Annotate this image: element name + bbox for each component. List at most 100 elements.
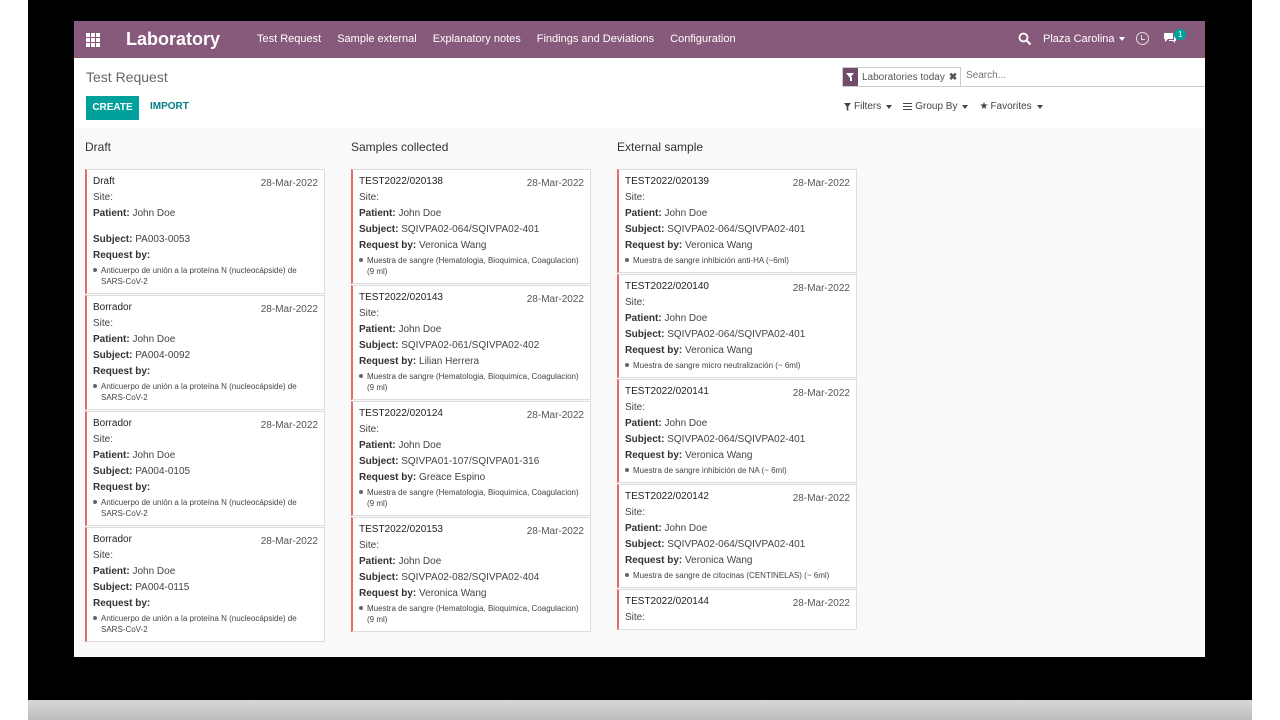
field-label: Subject:: [93, 350, 133, 361]
subject-row: Subject: SQIVPA02-064/SQIVPA02-401: [625, 224, 850, 235]
field-label: Subject:: [625, 539, 665, 550]
search-bar: Laboratories today ✖: [842, 67, 1205, 87]
subject-row: Subject: SQIVPA02-064/SQIVPA02-401: [625, 539, 850, 550]
kanban-card[interactable]: TEST2022/020138 28-Mar-2022 Site: Patient: …: [351, 169, 591, 284]
field-value: Veronica Wang: [685, 240, 753, 251]
favorites-dropdown[interactable]: ★ Favorites: [979, 101, 1043, 112]
menu-sample-external[interactable]: Sample external: [337, 33, 417, 45]
menu-configuration[interactable]: Configuration: [670, 33, 735, 45]
kanban-card[interactable]: TEST2022/020140 28-Mar-2022 Site: Patient: …: [617, 274, 857, 378]
kanban-card[interactable]: Borrador 28-Mar-2022 Site: Patient: John Do…: [85, 411, 325, 526]
field-value: SQIVPA02-064/SQIVPA02-401: [667, 434, 806, 445]
kanban-card[interactable]: TEST2022/020144 28-Mar-2022 Site:: [617, 589, 857, 630]
request-by-row: Request by: Lilian Herrera: [359, 356, 584, 367]
bullet-icon: [93, 384, 97, 388]
facet-remove-icon[interactable]: ✖: [949, 72, 960, 83]
subject-row: Subject: SQIVPA02-061/SQIVPA02-402: [359, 340, 584, 351]
filters-dropdown[interactable]: Filters: [844, 101, 893, 112]
groupby-label: Group By: [915, 101, 958, 112]
request-by-row: Request by:: [93, 598, 318, 609]
kanban-card[interactable]: TEST2022/020142 28-Mar-2022 Site: Patient: …: [617, 484, 857, 588]
menu-explanatory-notes[interactable]: Explanatory notes: [433, 33, 521, 45]
sample-detail-text: Muestra de sangre de citocinas (CENTINEL…: [633, 571, 830, 580]
field-value: Veronica Wang: [685, 450, 753, 461]
import-button[interactable]: IMPORT: [150, 101, 189, 112]
field-label: Request by:: [93, 598, 151, 609]
site-label: Site:: [93, 192, 114, 203]
site-label: Site:: [359, 540, 380, 551]
field-label: Patient:: [93, 450, 130, 461]
site-label: Site:: [625, 402, 646, 413]
kanban-card[interactable]: TEST2022/020139 28-Mar-2022 Site: Patient: …: [617, 169, 857, 273]
monitor-stand: [28, 700, 1252, 720]
search-input[interactable]: [966, 70, 1196, 81]
field-label: Subject:: [359, 224, 399, 235]
search-icon[interactable]: [1018, 32, 1032, 46]
menu-findings-deviations[interactable]: Findings and Deviations: [537, 33, 654, 45]
field-label: Request by:: [93, 250, 151, 261]
patient-row: Patient: John Doe: [93, 208, 318, 219]
sample-detail-text: Muestra de sangre (Hematologia, Bioquimi…: [367, 256, 579, 276]
field-label: Subject:: [359, 340, 399, 351]
top-navbar: Laboratory Test Request Sample external …: [74, 21, 1205, 58]
field-value: Veronica Wang: [419, 588, 487, 599]
search-options: Filters Group By ★ Favorites: [844, 101, 1054, 112]
subject-row: Subject: PA003-0053: [93, 234, 318, 245]
request-by-row: Request by: Veronica Wang: [625, 555, 850, 566]
card-date: 28-Mar-2022: [792, 493, 850, 504]
kanban-card[interactable]: Draft 28-Mar-2022 Site: Patient: John Doe Su…: [85, 169, 325, 294]
chevron-down-icon: [1036, 104, 1043, 109]
field-label: Patient:: [625, 523, 662, 534]
activity-clock-icon[interactable]: [1136, 32, 1149, 45]
create-button[interactable]: CREATE: [86, 96, 139, 120]
company-name: Plaza Carolina: [1043, 33, 1115, 45]
field-value: Lilian Herrera: [419, 356, 480, 367]
request-by-row: Request by:: [93, 482, 318, 493]
patient-row: Patient: John Doe: [93, 450, 318, 461]
kanban-card[interactable]: TEST2022/020143 28-Mar-2022 Site: Patient: …: [351, 285, 591, 400]
sample-detail: Muestra de sangre (Hematologia, Bioquimi…: [359, 371, 584, 393]
sample-detail-text: Muestra de sangre (Hematologia, Bioquimi…: [367, 488, 579, 508]
company-switcher[interactable]: Plaza Carolina: [1043, 33, 1125, 45]
filter-icon: [843, 68, 858, 86]
site-label: Site:: [625, 297, 646, 308]
bullet-icon: [359, 258, 363, 262]
subject-row: Subject: SQIVPA02-064/SQIVPA02-401: [359, 224, 584, 235]
request-by-row: Request by: Veronica Wang: [359, 588, 584, 599]
kanban-card[interactable]: Borrador 28-Mar-2022 Site: Patient: John Do…: [85, 527, 325, 642]
site-label: Site:: [625, 192, 646, 203]
sample-detail: Muestra de sangre micro neutralización (…: [625, 360, 850, 371]
field-value: Veronica Wang: [685, 555, 753, 566]
bullet-icon: [93, 268, 97, 272]
kanban-card[interactable]: TEST2022/020153 28-Mar-2022 Site: Patient: …: [351, 517, 591, 632]
field-value: John Doe: [664, 418, 708, 429]
request-by-row: Request by:: [93, 366, 318, 377]
patient-row: Patient: John Doe: [625, 208, 850, 219]
field-label: Request by:: [359, 588, 417, 599]
patient-row: Patient: John Doe: [625, 523, 850, 534]
field-value: SQIVPA02-064/SQIVPA02-401: [667, 224, 806, 235]
field-value: Greace Espino: [419, 472, 486, 483]
sample-detail-text: Muestra de sangre inhibición de NA (~ 6m…: [633, 466, 787, 475]
bullet-icon: [93, 500, 97, 504]
subject-row: Subject: SQIVPA02-082/SQIVPA02-404: [359, 572, 584, 583]
card-date: 28-Mar-2022: [260, 178, 318, 189]
request-by-row: Request by: Veronica Wang: [625, 240, 850, 251]
chevron-down-icon: [886, 104, 893, 109]
field-value: John Doe: [398, 440, 442, 451]
field-label: Patient:: [625, 313, 662, 324]
kanban-card[interactable]: TEST2022/020141 28-Mar-2022 Site: Patient: …: [617, 379, 857, 483]
menu-test-request[interactable]: Test Request: [257, 33, 321, 45]
groupby-dropdown[interactable]: Group By: [903, 101, 969, 112]
kanban-card[interactable]: TEST2022/020124 28-Mar-2022 Site: Patient: …: [351, 401, 591, 516]
apps-grid-icon[interactable]: [86, 33, 100, 47]
field-label: Patient:: [93, 208, 130, 219]
app-title[interactable]: Laboratory: [126, 29, 220, 50]
bullet-icon: [359, 374, 363, 378]
card-spacer: [93, 219, 318, 229]
kanban-card[interactable]: Borrador 28-Mar-2022 Site: Patient: John Do…: [85, 295, 325, 410]
patient-row: Patient: John Doe: [359, 324, 584, 335]
facet-label: Laboratories today: [862, 71, 945, 83]
card-date: 28-Mar-2022: [260, 304, 318, 315]
subject-row: Subject: PA004-0092: [93, 350, 318, 361]
